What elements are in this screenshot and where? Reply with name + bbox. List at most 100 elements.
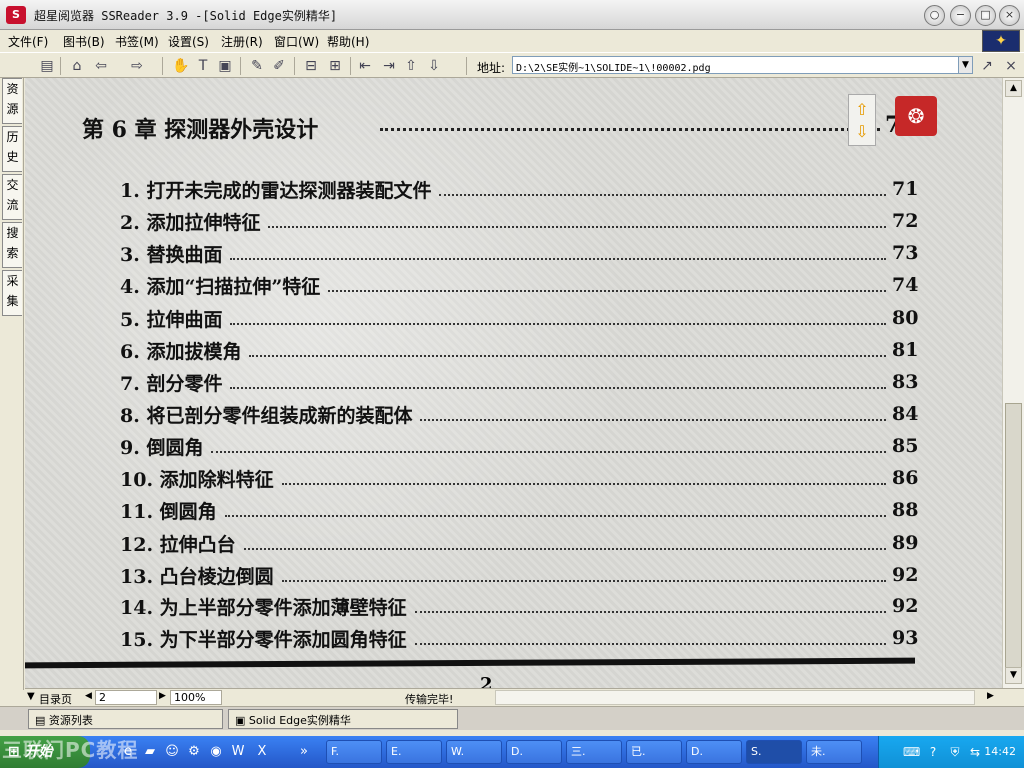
zoom-out-icon[interactable]: ⊟ bbox=[302, 57, 320, 75]
toc-entry-page: 85 bbox=[892, 435, 919, 457]
last-page-icon[interactable]: ⇥ bbox=[380, 57, 398, 75]
media-icon[interactable]: ◉ bbox=[208, 744, 224, 760]
scroll-thumb[interactable] bbox=[1005, 403, 1022, 673]
tab-resource-list[interactable]: ▤ 资源列表 bbox=[28, 709, 223, 729]
scroll-up-icon[interactable]: ▲ bbox=[1005, 80, 1022, 97]
toc-entry-page: 92 bbox=[892, 564, 919, 586]
network-icon[interactable]: ⇆ bbox=[967, 744, 983, 760]
menu-bookmark[interactable]: 书签(M) bbox=[115, 33, 159, 50]
page-down-icon[interactable]: ⇩ bbox=[425, 57, 443, 75]
toolbar-separator bbox=[162, 57, 163, 75]
menu-help[interactable]: 帮助(H) bbox=[327, 33, 369, 50]
close-doc-icon[interactable]: × bbox=[1002, 57, 1020, 75]
toc-entry[interactable]: 1. 打开未完成的雷达探测器装配文件 71 bbox=[120, 176, 920, 204]
side-tab-history[interactable]: 历史 bbox=[2, 126, 22, 172]
horizontal-scrollbar[interactable] bbox=[495, 690, 975, 705]
toc-leader-dots bbox=[415, 611, 886, 613]
toc-entry[interactable]: 14. 为上半部分零件添加薄壁特征 92 bbox=[120, 593, 920, 621]
taskbar-window-button[interactable]: D. bbox=[686, 740, 742, 764]
minimize-button[interactable]: − bbox=[950, 5, 971, 26]
keyboard-icon[interactable]: ⌨ bbox=[903, 744, 920, 760]
forward-arrow-icon[interactable]: ⇨ bbox=[128, 57, 146, 75]
excel-icon[interactable]: X bbox=[254, 744, 270, 760]
close-button[interactable]: × bbox=[999, 5, 1020, 26]
tab-book[interactable]: ▣ Solid Edge实例精华 bbox=[228, 709, 458, 729]
address-input[interactable]: D:\2\SE实例~1\SOLIDE~1\!00002.pdg bbox=[512, 56, 960, 74]
menu-window[interactable]: 窗口(W) bbox=[274, 33, 319, 50]
toc-page-label[interactable]: 目录页 bbox=[39, 691, 72, 707]
taskbar-window-button[interactable]: D. bbox=[506, 740, 562, 764]
toc-entry[interactable]: 3. 替换曲面 73 bbox=[120, 240, 920, 268]
taskbar-window-button[interactable]: E. bbox=[386, 740, 442, 764]
menu-register[interactable]: 注册(R) bbox=[221, 33, 263, 50]
zoom-in-icon[interactable]: ⊞ bbox=[326, 57, 344, 75]
scroll-right-icon[interactable]: ▶ bbox=[987, 691, 994, 701]
toc-entry[interactable]: 2. 添加拉伸特征 72 bbox=[120, 208, 920, 236]
page-up-icon[interactable]: ⇧ bbox=[402, 57, 420, 75]
side-tab-resources[interactable]: 资源 bbox=[2, 78, 22, 124]
folder-icon[interactable]: ▰ bbox=[142, 744, 158, 760]
word-icon[interactable]: W bbox=[230, 744, 246, 760]
highlight-icon[interactable]: ✐ bbox=[270, 57, 288, 75]
annotate-icon[interactable]: ✎ bbox=[248, 57, 266, 75]
toc-entry-page: 74 bbox=[892, 274, 919, 296]
toc-entry[interactable]: 11. 倒圆角 88 bbox=[120, 497, 920, 525]
prev-page-icon[interactable]: ◀ bbox=[85, 691, 92, 701]
toolbar: ▤ ⌂ ⇦ ⇨ ✋ T ▣ ✎ ✐ ⊟ ⊞ ⇤ ⇥ ⇧ ⇩ 地址: D:\2\S… bbox=[0, 52, 1024, 78]
scroll-down-icon[interactable]: ▼ bbox=[1005, 667, 1022, 684]
more-chevron-icon[interactable]: » bbox=[296, 744, 312, 760]
doc-icon[interactable]: ▤ bbox=[38, 57, 56, 75]
side-tab-collect[interactable]: 采集 bbox=[2, 270, 22, 316]
toc-entry[interactable]: 4. 添加“扫描拉伸”特征 74 bbox=[120, 272, 920, 300]
taskbar-window-button[interactable]: 三. bbox=[566, 740, 622, 764]
page-input[interactable]: 2 bbox=[95, 690, 157, 705]
menu-book[interactable]: 图书(B) bbox=[63, 33, 105, 50]
select-area-icon[interactable]: ▣ bbox=[216, 57, 234, 75]
help-icon[interactable]: ? bbox=[925, 744, 941, 760]
toc-entry[interactable]: 8. 将已剖分零件组装成新的装配体 84 bbox=[120, 401, 920, 429]
side-tab-search[interactable]: 搜索 bbox=[2, 222, 22, 268]
toc-entry[interactable]: 12. 拉伸凸台 89 bbox=[120, 530, 920, 558]
toc-entry[interactable]: 5. 拉伸曲面 80 bbox=[120, 305, 920, 333]
toc-entry[interactable]: 13. 凸台棱边倒圆 92 bbox=[120, 562, 920, 590]
page-up-arrow-icon[interactable]: ⇧ bbox=[853, 101, 871, 119]
toc-leader-dots bbox=[244, 548, 886, 550]
back-arrow-icon[interactable]: ⇦ bbox=[92, 57, 110, 75]
toc-entry-page: 83 bbox=[892, 371, 919, 393]
text-tool-icon[interactable]: T bbox=[194, 57, 212, 75]
toc-entry-page: 92 bbox=[892, 595, 919, 617]
toolbar-separator bbox=[466, 57, 467, 75]
taskbar-window-button[interactable]: 已. bbox=[626, 740, 682, 764]
toc-entry[interactable]: 7. 剖分零件 83 bbox=[120, 369, 920, 397]
dropdown-arrow-icon[interactable]: ▼ bbox=[27, 691, 35, 702]
toc-entry-label: 14. 为上半部分零件添加薄壁特征 bbox=[120, 597, 407, 619]
watermark: 三联门PC教程 bbox=[2, 738, 139, 762]
toc-entry[interactable]: 15. 为下半部分零件添加圆角特征 93 bbox=[120, 625, 920, 653]
taskbar-window-button[interactable]: F. bbox=[326, 740, 382, 764]
taskbar-window-button[interactable]: S. bbox=[746, 740, 802, 764]
help-button[interactable]: ○ bbox=[924, 5, 945, 26]
document-viewer[interactable]: 第 6 章 探测器外壳设计 76 ⇧ ⇩ ❂ 1. 打开未完成的雷达探测器装配文… bbox=[25, 78, 1002, 688]
address-dropdown-icon[interactable]: ▼ bbox=[958, 56, 973, 74]
maximize-button[interactable]: □ bbox=[975, 5, 996, 26]
messenger-icon[interactable]: ☺ bbox=[164, 744, 180, 760]
menu-file[interactable]: 文件(F) bbox=[8, 33, 48, 50]
menu-settings[interactable]: 设置(S) bbox=[168, 33, 209, 50]
toc-entry-label: 12. 拉伸凸台 bbox=[120, 534, 236, 556]
go-arrow-icon[interactable]: ↗ bbox=[978, 57, 996, 75]
vertical-scrollbar[interactable]: ▲ ▼ bbox=[1002, 78, 1024, 688]
first-page-icon[interactable]: ⇤ bbox=[356, 57, 374, 75]
toc-entry[interactable]: 10. 添加除料特征 86 bbox=[120, 465, 920, 493]
toc-entry[interactable]: 6. 添加拔模角 81 bbox=[120, 337, 920, 365]
page-down-arrow-icon[interactable]: ⇩ bbox=[853, 123, 871, 141]
taskbar-window-button[interactable]: 未. bbox=[806, 740, 862, 764]
side-tab-communication[interactable]: 交流 bbox=[2, 174, 22, 220]
next-page-icon[interactable]: ▶ bbox=[159, 691, 166, 701]
toc-entry[interactable]: 9. 倒圆角 85 bbox=[120, 433, 920, 461]
hand-tool-icon[interactable]: ✋ bbox=[172, 57, 190, 75]
tool-icon[interactable]: ⚙ bbox=[186, 744, 202, 760]
home-icon[interactable]: ⌂ bbox=[68, 57, 86, 75]
shield-icon[interactable]: ⛨ bbox=[947, 744, 963, 760]
zoom-field[interactable]: 100% bbox=[170, 690, 222, 705]
taskbar-window-button[interactable]: W. bbox=[446, 740, 502, 764]
